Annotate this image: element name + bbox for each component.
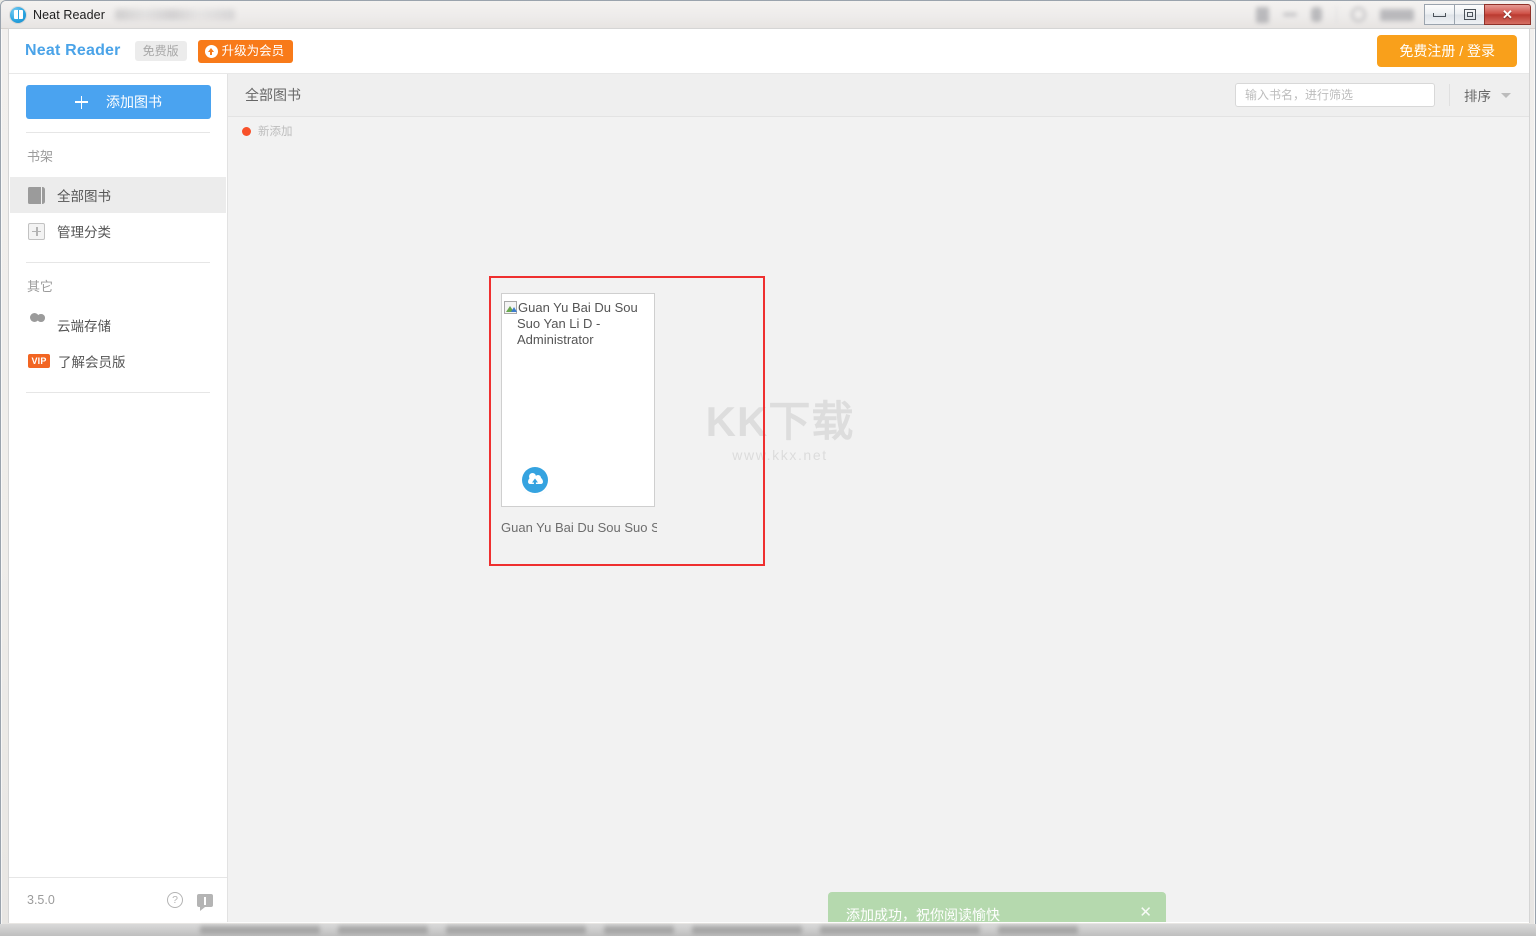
new-added-tag: 新添加 [242,123,293,139]
restore-icon [1463,9,1476,20]
screen-root: Neat Reader ✕ Neat Reader 免费版 升级为会员 免费注册… [0,0,1536,936]
book-shelf: 新添加 Guan Yu Bai Du Sou Suo Yan Li D - Ad… [228,117,1529,922]
book-title: Guan Yu Bai Du Sou Suo Suo Y... [501,520,657,535]
breadcrumb: 全部图书 [245,87,301,103]
toolbar-divider [1449,84,1450,106]
sidebar-item-manage-categories[interactable]: 管理分类 [10,213,226,249]
new-dot-icon [242,126,251,136]
toast-notification: 添加成功，祝你阅读愉快 ✕ [828,892,1166,922]
taskbar-blurred-items [200,925,1536,935]
sidebar-heading-shelf: 书架 [27,149,54,164]
taskbar-chip [200,926,320,934]
toast-close-icon[interactable]: ✕ [1139,905,1152,920]
feedback-icon[interactable] [197,894,213,911]
os-taskbar [0,924,1536,936]
blurred-icon-1 [1256,6,1269,23]
cloud-icon-wrap [28,317,45,334]
help-icon[interactable]: ? [167,892,183,908]
taskbar-chip [446,926,586,934]
titlebar-divider [1336,6,1337,23]
sort-dropdown[interactable]: 排序 [1464,85,1511,105]
sidebar-item-label: 管理分类 [57,225,111,240]
sidebar: 添加图书 书架 全部图书 管理分类 其它 云端存储 VIP 了解会员版 3.5.… [9,74,228,922]
version-label: 3.5.0 [27,893,55,907]
blurred-icon-3 [1311,7,1322,22]
blurred-icon-4 [1380,8,1414,21]
application-window: Neat Reader ✕ Neat Reader 免费版 升级为会员 免费注册… [0,0,1536,929]
upgrade-membership-button[interactable]: 升级为会员 [197,39,294,63]
taskbar-chip [820,926,980,934]
book-card[interactable]: Guan Yu Bai Du Sou Suo Yan Li D - Admini… [501,293,657,535]
plus-icon [75,95,88,109]
sidebar-item-label: 全部图书 [57,189,111,204]
window-controls: ✕ [1424,4,1531,25]
content-toolbar: 全部图书 排序 [228,74,1529,117]
taskbar-chip [338,926,428,934]
main-content: 全部图书 排序 新添加 [228,74,1529,922]
broken-image-icon [504,301,517,314]
taskbar-chip [604,926,674,934]
book-icon [28,186,45,204]
upgrade-arrow-icon [204,44,218,58]
register-login-button[interactable]: 免费注册 / 登录 [1377,35,1517,67]
broken-image-placeholder: Guan Yu Bai Du Sou Suo Yan Li D - Admini… [502,300,654,348]
add-book-label: 添加图书 [106,94,162,110]
client-area: Neat Reader 免费版 升级为会员 免费注册 / 登录 添加图书 书架 … [8,28,1530,923]
new-added-label: 新添加 [258,126,293,138]
maximize-button[interactable] [1454,4,1485,25]
chevron-down-icon [1501,92,1511,98]
vip-icon: VIP [28,354,50,368]
search-input[interactable] [1235,83,1435,107]
watermark-url: www.kkx.net [732,447,828,463]
close-icon: ✕ [1502,7,1513,22]
titlebar-blurred-toolbar [1256,6,1414,23]
sidebar-item-cloud-storage[interactable]: 云端存储 [10,307,226,343]
search-icon [1351,7,1366,22]
body-row: 添加图书 书架 全部图书 管理分类 其它 云端存储 VIP 了解会员版 3.5.… [9,74,1529,922]
plus-box-icon [28,222,45,240]
cloud-upload-icon[interactable] [522,467,548,493]
watermark-text: KK下载 [705,398,855,445]
sidebar-item-label: 了解会员版 [58,355,126,370]
free-plan-badge: 免费版 [134,41,187,61]
sort-label: 排序 [1464,89,1491,104]
window-titlebar: Neat Reader ✕ [1,1,1535,29]
taskbar-chip [998,926,1078,934]
sidebar-item-label: 云端存储 [57,319,111,334]
window-title: Neat Reader [33,7,105,22]
app-header: Neat Reader 免费版 升级为会员 免费注册 / 登录 [9,29,1529,74]
sidebar-item-membership[interactable]: VIP 了解会员版 [10,343,226,379]
sidebar-item-all-books[interactable]: 全部图书 [10,177,226,213]
taskbar-chip [692,926,802,934]
app-icon [10,6,26,23]
sidebar-footer: 3.5.0 ? [9,877,227,922]
titlebar-blurred-text [114,9,235,20]
toast-message: 添加成功，祝你阅读愉快 [846,907,1000,922]
minimize-button[interactable] [1424,4,1455,25]
book-cover[interactable]: Guan Yu Bai Du Sou Suo Yan Li D - Admini… [501,293,655,507]
watermark: KK下载 www.kkx.net [690,398,870,464]
close-button[interactable]: ✕ [1484,4,1531,25]
upgrade-label: 升级为会员 [221,43,285,58]
cover-alt-text: Guan Yu Bai Du Sou Suo Yan Li D - Admini… [517,300,638,347]
minimize-icon [1433,12,1446,17]
sidebar-heading-other: 其它 [27,279,54,294]
upload-arrow-stem [533,480,537,485]
blurred-icon-2 [1283,13,1297,16]
brand-logo: Neat Reader [25,42,121,59]
add-book-button[interactable]: 添加图书 [26,85,211,119]
